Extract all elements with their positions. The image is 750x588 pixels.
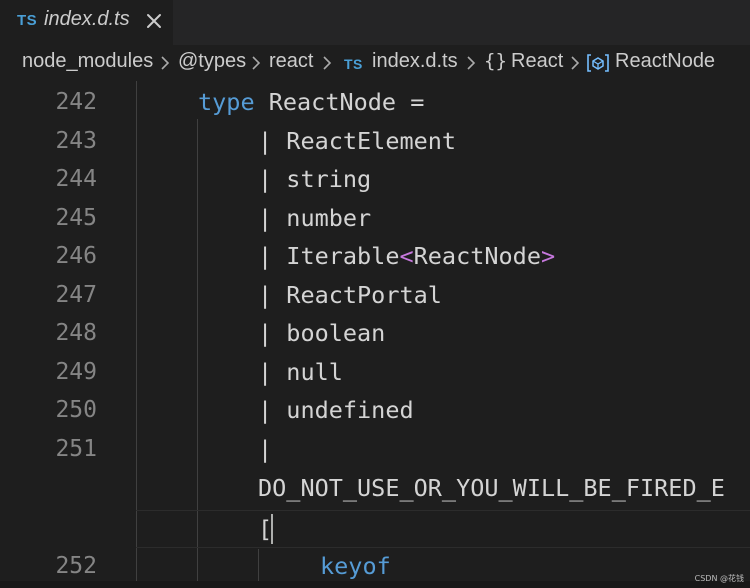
line-number: 247 (55, 282, 97, 308)
typescript-file-icon: TS (17, 12, 38, 29)
tab-bar: TS index.d.ts (0, 0, 750, 45)
code-line[interactable]: 251 | (0, 430, 750, 468)
code-line[interactable]: 246 | Iterable<ReactNode> (0, 237, 750, 275)
status-strip (0, 581, 750, 588)
code-token: type (198, 88, 255, 116)
code-line[interactable]: 248 | boolean (0, 314, 750, 352)
line-number: 242 (55, 89, 97, 115)
breadcrumb-item-react[interactable]: react (269, 50, 313, 73)
line-number: 250 (55, 397, 97, 423)
chevron-right-icon (161, 56, 170, 70)
line-number: 251 (55, 436, 97, 462)
line-number: 244 (55, 166, 97, 192)
code-text: | number (258, 204, 372, 232)
code-text: | ReactPortal (258, 281, 442, 309)
code-text: | Iterable<ReactNode> (258, 237, 555, 275)
code-text: | undefined (258, 396, 414, 424)
code-line[interactable]: 247 | ReactPortal (0, 276, 750, 314)
typescript-file-icon: TS (344, 56, 363, 72)
code-text: | null (258, 358, 343, 386)
code-editor[interactable]: 242 type ReactNode = 243 | ReactElement … (0, 81, 750, 581)
code-text: [ (258, 515, 273, 543)
code-text: | (258, 435, 273, 463)
code-line[interactable]: 249 | null (0, 353, 750, 391)
line-number: 252 (55, 553, 97, 579)
code-line[interactable]: 244 | string (0, 160, 750, 198)
code-line-wrapped[interactable]: [ (0, 510, 750, 548)
code-line[interactable]: 252 keyof (0, 547, 750, 585)
tab-index-d-ts[interactable]: TS index.d.ts (0, 0, 173, 45)
breadcrumb-item-file[interactable]: index.d.ts (372, 50, 458, 73)
line-number: 243 (55, 128, 97, 154)
tab-title: index.d.ts (44, 8, 130, 30)
line-number: 248 (55, 320, 97, 346)
code-text: type ReactNode = (198, 83, 424, 121)
chevron-right-icon (323, 56, 332, 70)
code-text: keyof (320, 552, 391, 580)
watermark: CSDN @花钱 (694, 574, 744, 583)
namespace-icon: {} (484, 50, 507, 72)
code-line-wrapped[interactable]: DO_NOT_USE_OR_YOU_WILL_BE_FIRED_E (0, 469, 750, 507)
code-text: | string (258, 165, 372, 193)
code-token: < (399, 242, 414, 270)
line-number: 246 (55, 243, 97, 269)
chevron-right-icon (467, 56, 476, 70)
code-line[interactable]: 243 | ReactElement (0, 122, 750, 160)
code-token: | Iterable (258, 242, 400, 270)
chevron-right-icon (252, 56, 261, 70)
breadcrumb-item-symbol[interactable]: ReactNode (615, 50, 715, 73)
breadcrumb-item-types[interactable]: @types (178, 50, 246, 73)
symbol-variable-icon (587, 54, 609, 72)
code-token: > (540, 242, 556, 270)
chevron-right-icon (571, 56, 580, 70)
line-number: 245 (55, 205, 97, 231)
code-text: | boolean (258, 319, 386, 347)
close-icon[interactable] (144, 11, 164, 31)
line-number: 249 (55, 359, 97, 385)
code-text: DO_NOT_USE_OR_YOU_WILL_BE_FIRED_E (258, 474, 725, 502)
code-token: ReactNode (413, 242, 541, 270)
code-line[interactable]: 242 type ReactNode = (0, 83, 750, 121)
code-line[interactable]: 250 | undefined (0, 391, 750, 429)
code-text: | ReactElement (258, 127, 457, 155)
breadcrumb-item-namespace[interactable]: React (511, 50, 563, 73)
breadcrumb: node_modules @types react TS index.d.ts … (0, 45, 750, 81)
code-token: ReactNode = (254, 88, 425, 116)
breadcrumb-item-node-modules[interactable]: node_modules (22, 50, 153, 73)
code-line[interactable]: 245 | number (0, 199, 750, 237)
